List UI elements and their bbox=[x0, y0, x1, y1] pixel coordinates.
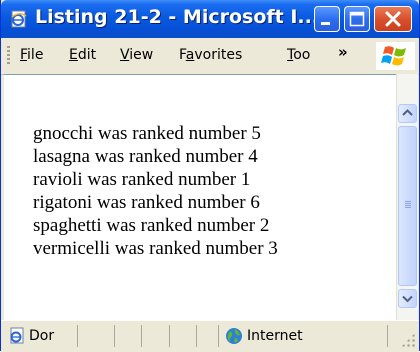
status-divider bbox=[141, 325, 142, 347]
page-content: gnocchi was ranked number 5 lasagna was … bbox=[4, 74, 396, 321]
menu-tools[interactable]: Too bbox=[287, 47, 310, 63]
zone-text: Internet bbox=[247, 328, 303, 344]
windows-flag-icon bbox=[381, 46, 406, 66]
menu-overflow-button[interactable]: » bbox=[338, 43, 348, 61]
chevron-up-icon bbox=[402, 109, 413, 116]
title-bar[interactable]: Listing 21-2 - Microsoft I... bbox=[1, 0, 419, 38]
ie-page-icon bbox=[11, 10, 27, 28]
resize-grip[interactable] bbox=[401, 333, 415, 347]
scroll-up-button[interactable] bbox=[398, 104, 417, 123]
result-line: vermicelli was ranked number 3 bbox=[33, 238, 278, 259]
status-divider bbox=[218, 325, 219, 347]
window-title: Listing 21-2 - Microsoft I... bbox=[35, 6, 320, 28]
windows-logo-icon bbox=[376, 42, 415, 70]
close-button[interactable] bbox=[374, 6, 412, 32]
maximize-button[interactable] bbox=[344, 6, 370, 32]
browser-window: Listing 21-2 - Microsoft I... File Edit … bbox=[0, 0, 420, 352]
status-divider bbox=[169, 325, 170, 347]
result-line: spaghetti was ranked number 2 bbox=[33, 215, 270, 236]
status-text: Dor bbox=[29, 328, 55, 344]
minimize-button[interactable] bbox=[314, 6, 340, 32]
thumb-grip bbox=[405, 201, 411, 209]
result-line: lasagna was ranked number 4 bbox=[33, 146, 258, 167]
toolbar-grip[interactable] bbox=[7, 46, 10, 66]
status-divider bbox=[196, 325, 197, 347]
menu-favorites[interactable]: Favorites bbox=[179, 47, 242, 63]
vertical-scrollbar[interactable] bbox=[396, 74, 418, 320]
menu-bar: File Edit View Favorites Too » bbox=[1, 38, 419, 75]
chevron-down-icon bbox=[402, 295, 413, 303]
status-divider bbox=[114, 325, 115, 347]
menu-edit[interactable]: Edit bbox=[69, 47, 96, 63]
status-divider bbox=[77, 325, 78, 347]
minimize-icon bbox=[321, 22, 330, 25]
scroll-down-button[interactable] bbox=[398, 289, 417, 308]
result-line: rigatoni was ranked number 6 bbox=[33, 192, 260, 213]
ie-page-icon bbox=[10, 327, 24, 344]
status-bar: Dor Internet bbox=[1, 320, 419, 352]
globe-icon bbox=[226, 328, 242, 344]
scroll-thumb[interactable] bbox=[398, 126, 417, 286]
result-line: ravioli was ranked number 1 bbox=[33, 169, 251, 190]
close-icon bbox=[385, 11, 401, 27]
menu-file[interactable]: File bbox=[20, 47, 43, 63]
result-line: gnocchi was ranked number 5 bbox=[33, 123, 261, 144]
menu-view[interactable]: View bbox=[120, 47, 153, 63]
maximize-icon bbox=[349, 11, 365, 27]
status-divider bbox=[387, 325, 388, 347]
